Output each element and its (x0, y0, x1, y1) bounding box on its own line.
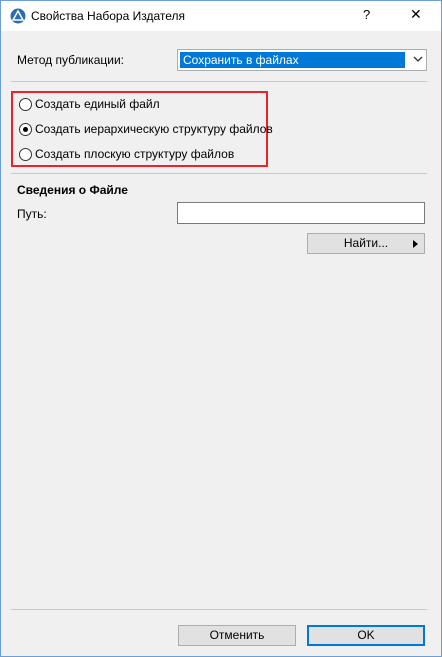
window-title: Свойства Набора Издателя (31, 9, 186, 23)
radio-label: Создать плоскую структуру файлов (35, 147, 235, 161)
find-button-label: Найти... (343, 236, 389, 250)
file-info-heading: Сведения о Файле (17, 183, 128, 197)
radio-label: Создать единый файл (35, 97, 160, 111)
dialog-window: Свойства Набора Издателя ? ✕ Метод публи… (0, 0, 442, 657)
publish-method-select[interactable]: Сохранить в файлах (177, 49, 427, 71)
arrow-right-icon (413, 240, 418, 248)
cancel-button[interactable]: Отменить (178, 625, 296, 646)
radio-button[interactable] (19, 148, 32, 161)
cancel-button-label: Отменить (209, 628, 265, 642)
separator-top (11, 81, 427, 82)
archicad-app-icon (10, 8, 26, 24)
structure-radio-group: Создать единый файл Создать иерархическу… (11, 91, 273, 167)
path-input[interactable] (177, 202, 425, 224)
ok-button-label: OK (357, 628, 375, 642)
find-button[interactable]: Найти... (307, 233, 425, 254)
radio-button-selected[interactable] (19, 123, 32, 136)
ok-button[interactable]: OK (307, 625, 425, 646)
radio-dot (23, 127, 28, 132)
radio-label: Создать иерархическую структуру файлов (35, 122, 273, 136)
close-button[interactable]: ✕ (410, 6, 422, 23)
radio-button[interactable] (19, 98, 32, 111)
title-bar: Свойства Набора Издателя ? ✕ (1, 1, 441, 31)
help-button[interactable]: ? (363, 7, 370, 22)
separator-middle (11, 173, 427, 174)
chevron-down-icon (413, 56, 423, 62)
publish-method-value: Сохранить в файлах (180, 52, 405, 68)
publish-method-label: Метод публикации: (17, 53, 124, 67)
path-label: Путь: (17, 207, 47, 221)
separator-bottom (11, 609, 427, 610)
